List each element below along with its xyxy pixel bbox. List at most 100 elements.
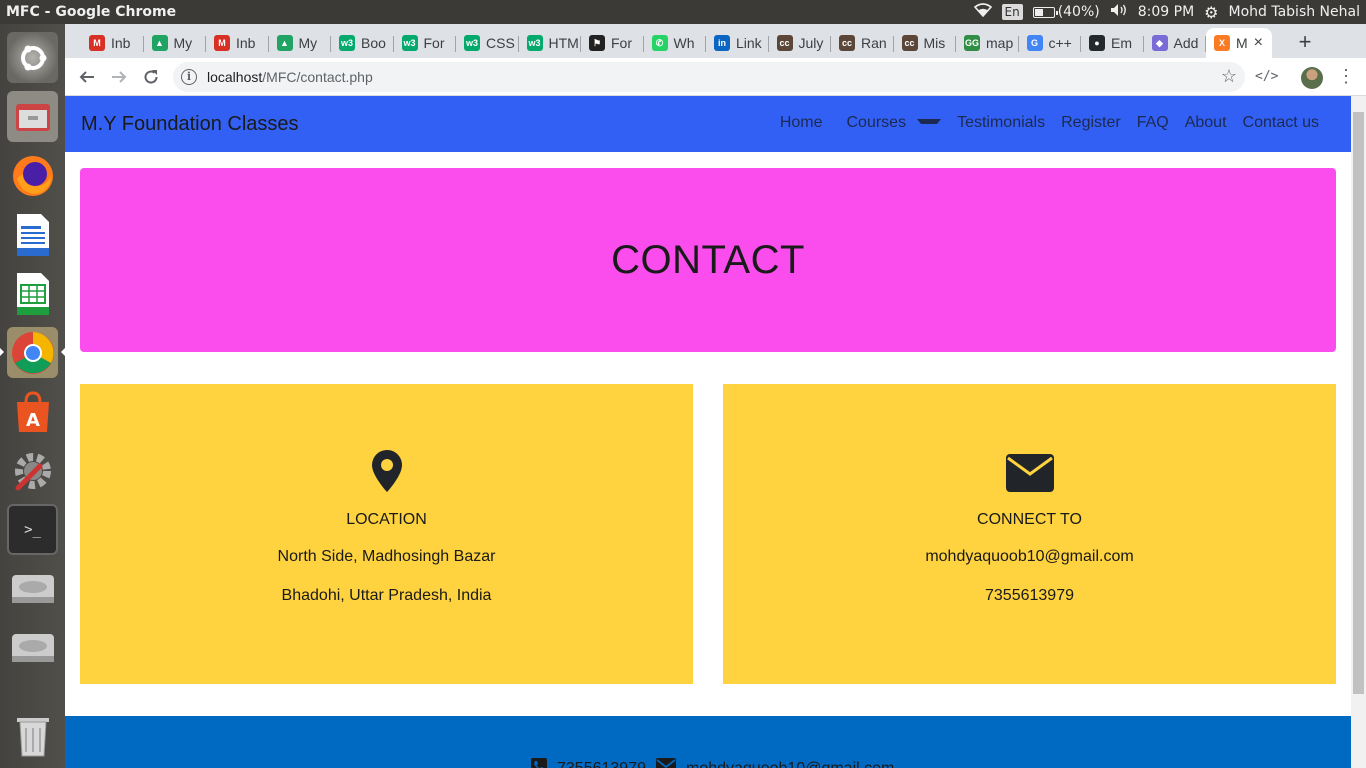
profile-avatar[interactable] (1301, 67, 1323, 89)
site-nav-links: Home Courses Testimonials Register FAQ A… (772, 114, 1327, 132)
chrome-icon[interactable] (0, 327, 65, 378)
new-tab-button[interactable]: + (1291, 29, 1319, 57)
site-info-icon[interactable]: i (181, 69, 197, 85)
back-button[interactable] (74, 64, 100, 90)
browser-menu-icon[interactable]: ⋮ (1337, 64, 1355, 88)
w3schools-icon: w3 (401, 35, 418, 51)
flag-icon: ⚑ (589, 35, 605, 51)
browser-tab[interactable]: GG map (956, 28, 1019, 58)
browser-tab[interactable]: M Inb (81, 28, 144, 58)
phone-icon (531, 758, 547, 768)
bookmark-star-icon[interactable]: ☆ (1221, 66, 1237, 87)
location-heading: LOCATION (346, 511, 427, 528)
site-brand[interactable]: M.Y Foundation Classes (81, 113, 299, 136)
battery-indicator[interactable]: (40%) (1032, 4, 1100, 20)
address-bar[interactable]: i localhost/MFC/contact.php ☆ (173, 62, 1245, 92)
forward-arrow-icon (112, 71, 127, 83)
contact-phone[interactable]: 7355613979 (723, 587, 1336, 605)
connect-heading: CONNECT TO (977, 511, 1082, 528)
footer-phone[interactable]: 7355613979 (557, 760, 646, 768)
nav-about[interactable]: About (1177, 114, 1235, 132)
browser-tab[interactable]: M Inb (206, 28, 269, 58)
browser-tab[interactable]: ▲ My (269, 28, 331, 58)
browser-tab[interactable]: cc Ran (831, 28, 894, 58)
tab-label: CSS (486, 35, 515, 51)
nav-faq[interactable]: FAQ (1129, 114, 1177, 132)
browser-tab[interactable]: w3 Boo (331, 28, 394, 58)
browser-tab[interactable]: w3 HTM (519, 28, 581, 58)
software-center-icon[interactable]: A (7, 386, 58, 437)
gear-icon[interactable]: ⚙ (1204, 3, 1218, 22)
whatsapp-icon: ✆ (651, 35, 668, 51)
envelope-icon (723, 450, 1336, 494)
envelope-icon (655, 758, 676, 768)
codechef-icon: cc (776, 35, 793, 51)
drive-icon: ▲ (276, 35, 293, 51)
svg-text:A: A (26, 410, 40, 431)
nav-courses-dropdown[interactable]: Courses (831, 114, 950, 132)
drive-icon[interactable] (7, 563, 58, 614)
page-scrollbar[interactable] (1351, 96, 1366, 768)
extension-icon: ◆ (1151, 35, 1168, 51)
browser-tab[interactable]: cc Mis (894, 28, 956, 58)
w3schools-icon: w3 (526, 35, 543, 51)
gfg-icon: GG (964, 35, 980, 51)
gmail-icon: M (89, 35, 105, 51)
page-viewport: M.Y Foundation Classes Home Courses Test… (65, 96, 1351, 768)
files-icon[interactable] (7, 91, 58, 142)
browser-tab[interactable]: w3 CSS (456, 28, 519, 58)
footer-email[interactable]: mohdyaquoob10@gmail.com (686, 760, 894, 768)
system-settings-icon[interactable] (7, 445, 58, 496)
tab-label: Wh (673, 35, 695, 51)
browser-tab[interactable]: ◆ Add (1144, 28, 1206, 58)
firefox-icon[interactable] (7, 150, 58, 201)
browser-tab[interactable]: w3 For (394, 28, 456, 58)
writer-icon[interactable] (7, 209, 58, 260)
wifi-icon[interactable] (973, 3, 992, 21)
nav-contact-us[interactable]: Contact us (1235, 114, 1327, 132)
keyboard-layout-indicator[interactable]: En (1001, 4, 1023, 20)
browser-tab[interactable]: in Link (706, 28, 769, 58)
tab-active[interactable]: X M × (1206, 28, 1272, 58)
back-arrow-icon (79, 71, 94, 83)
nav-register[interactable]: Register (1053, 114, 1129, 132)
w3schools-icon: w3 (464, 35, 480, 51)
tab-label: Ran (861, 35, 887, 51)
tab-label: HTM (548, 35, 579, 51)
tab-label: My (298, 35, 318, 51)
nav-home[interactable]: Home (772, 114, 831, 132)
browser-tab[interactable]: ● Em (1081, 28, 1144, 58)
ubuntu-dash-icon[interactable] (7, 32, 58, 83)
tab-label: M (1236, 35, 1248, 51)
drive-icon[interactable] (7, 622, 58, 673)
nav-testimonials[interactable]: Testimonials (949, 114, 1053, 132)
terminal-icon[interactable]: >_ (7, 504, 58, 555)
volume-icon[interactable] (1110, 3, 1128, 21)
google-icon: G (1026, 35, 1043, 51)
clock[interactable]: 8:09 PM (1138, 4, 1194, 20)
battery-icon (1032, 6, 1058, 18)
gmail-icon: M (214, 35, 230, 51)
hero-banner: CONTACT (80, 168, 1336, 352)
browser-tab[interactable]: cc July (769, 28, 831, 58)
trash-icon[interactable] (7, 709, 58, 760)
contact-email[interactable]: mohdyaquoob10@gmail.com (723, 548, 1336, 566)
user-name[interactable]: Mohd Tabish Nehal (1229, 4, 1361, 20)
tab-label: Inb (236, 35, 256, 51)
browser-tab[interactable]: ✆ Wh (644, 28, 706, 58)
tab-label: For (423, 35, 445, 51)
forward-button[interactable] (106, 64, 132, 90)
close-tab-icon[interactable]: × (1254, 34, 1263, 52)
reload-button[interactable] (138, 64, 164, 90)
scrollbar-thumb[interactable] (1353, 112, 1364, 694)
browser-tab[interactable]: ⚑ For (581, 28, 644, 58)
nav-courses-label: Courses (846, 114, 907, 131)
os-top-panel: MFC - Google Chrome En (40%) 8:09 PM ⚙ M… (0, 0, 1366, 24)
browser-tab[interactable]: ▲ My (144, 28, 206, 58)
calc-icon[interactable] (7, 268, 58, 319)
browser-tab[interactable]: Gc++ (1019, 28, 1081, 58)
tab-label: Em (1111, 35, 1132, 51)
caret-down-icon (917, 119, 942, 124)
tab-label: Boo (361, 35, 386, 51)
extension-code-icon[interactable]: </> (1255, 69, 1278, 84)
